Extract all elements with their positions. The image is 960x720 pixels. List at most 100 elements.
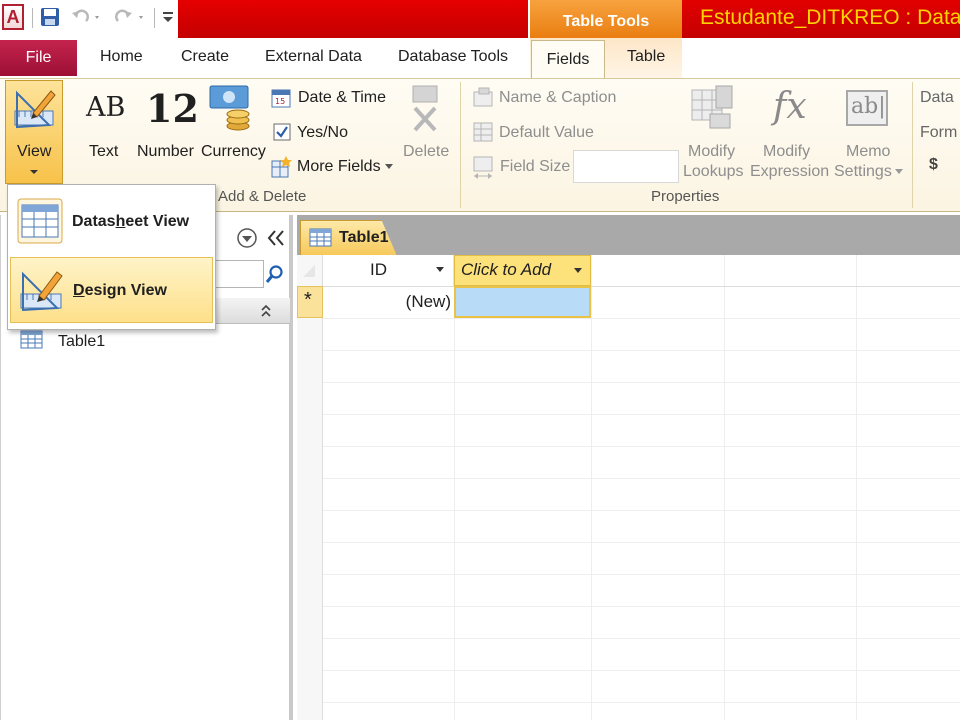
qat-separator <box>32 8 33 28</box>
id-cell-new[interactable]: (New) <box>323 286 454 318</box>
grid-line <box>323 510 960 511</box>
nav-search-box[interactable] <box>214 258 288 290</box>
tab-table[interactable]: Table <box>627 48 665 66</box>
access-key-letter: D <box>73 282 85 299</box>
number-field-button[interactable]: Number <box>137 143 194 161</box>
redo-icon[interactable] <box>110 6 150 28</box>
table-icon <box>20 330 43 349</box>
yes-no-button[interactable]: Yes/No <box>297 124 348 142</box>
nav-item-table1[interactable]: Table1 <box>18 328 198 354</box>
grid-line <box>323 702 960 703</box>
new-field-cell[interactable] <box>454 286 591 318</box>
grid-line <box>454 255 455 720</box>
nav-options-icon[interactable] <box>236 227 258 249</box>
group-label-add-delete: Add & Delete <box>218 188 307 205</box>
title-bar: A Table Tools Estudante_DITKREO : Datab <box>0 0 960 40</box>
modify-expression-label: Expression <box>750 163 830 180</box>
text-field-icon: AB <box>86 92 126 123</box>
search-icon[interactable] <box>264 264 284 284</box>
collapse-group-icon[interactable] <box>260 304 272 318</box>
collapse-pane-icon[interactable] <box>266 229 286 247</box>
currency-format-button[interactable]: $ <box>929 156 938 174</box>
grid-line <box>323 382 960 383</box>
record-selector-column <box>297 255 323 720</box>
save-icon[interactable] <box>38 6 62 28</box>
undo-icon[interactable] <box>68 6 106 28</box>
name-caption-button[interactable]: Name & Caption <box>499 89 616 107</box>
title-bar-band <box>178 0 528 38</box>
new-record-icon: * <box>304 289 312 311</box>
design-view-icon <box>14 90 56 129</box>
text-field-button[interactable]: Text <box>89 143 118 161</box>
grid-line <box>323 318 960 319</box>
tab-external-data[interactable]: External Data <box>265 48 362 66</box>
table-tools-header: Table Tools <box>530 0 682 40</box>
datasheet-grid: ID Click to Add * (New) <box>297 255 960 720</box>
chevron-down-icon[interactable] <box>436 267 444 273</box>
data-type-label[interactable]: Data <box>920 89 954 107</box>
document-tab-label: Table1 <box>339 229 389 246</box>
memo-settings-glyph: ab| <box>851 94 886 119</box>
column-header-label: ID <box>370 260 387 279</box>
document-tab-strip <box>297 215 960 255</box>
nav-group-header[interactable] <box>214 298 290 324</box>
memo-settings-button[interactable]: Memo <box>846 143 890 161</box>
window-title: Estudante_DITKREO : Datab <box>700 6 960 29</box>
document-tab-table1[interactable]: Table1 <box>300 220 397 256</box>
tab-fields[interactable]: Fields <box>531 40 605 80</box>
modify-lookups-label: Lookups <box>683 163 744 180</box>
group-label-properties: Properties <box>651 188 720 205</box>
number-field-icon: 12 <box>146 86 199 131</box>
tab-file[interactable]: File <box>0 40 77 76</box>
group-divider <box>460 82 461 208</box>
calendar-icon: 15 <box>271 89 291 108</box>
field-size-label: Field Size <box>500 158 571 175</box>
customize-qat-icon[interactable] <box>160 6 176 28</box>
nav-item-label: Table1 <box>58 333 106 350</box>
view-button-label: View <box>17 143 52 160</box>
cell-value: (New) <box>405 292 451 311</box>
modify-expression-button[interactable]: Modify <box>763 143 810 161</box>
modify-lookups-button[interactable]: Modify <box>688 143 735 161</box>
table-icon <box>309 228 332 247</box>
tab-database-tools[interactable]: Database Tools <box>398 48 508 66</box>
date-time-button[interactable]: Date & Time <box>298 89 386 107</box>
grid-line <box>323 350 960 351</box>
modify-lookups-icon <box>691 85 733 129</box>
currency-field-button[interactable]: Currency <box>201 143 266 161</box>
memo-settings-icon: ab| <box>846 90 888 126</box>
grid-line <box>323 574 960 575</box>
new-record-selector[interactable]: * <box>297 286 323 318</box>
chevron-down-icon[interactable] <box>574 268 582 274</box>
currency-icon <box>209 85 250 131</box>
grid-line <box>323 446 960 447</box>
group-divider <box>912 82 913 208</box>
more-fields-button[interactable]: More Fields <box>297 158 381 176</box>
grid-line <box>323 542 960 543</box>
chevron-down-icon <box>895 169 903 174</box>
datasheet-view-icon <box>17 198 63 244</box>
svg-text:15: 15 <box>275 97 285 106</box>
field-size-input[interactable] <box>573 150 679 183</box>
menu-item-datasheet-view[interactable]: Datasheet View <box>10 189 213 255</box>
grid-line <box>323 638 960 639</box>
default-value-icon <box>473 122 493 142</box>
format-label[interactable]: Form <box>920 124 957 142</box>
column-header-click-to-add[interactable]: Click to Add <box>454 255 591 286</box>
tab-home[interactable]: Home <box>100 48 143 66</box>
menu-item-design-view[interactable]: Design View <box>10 257 213 323</box>
default-value-button[interactable]: Default Value <box>499 124 594 142</box>
access-app-icon[interactable]: A <box>2 4 24 30</box>
nav-search-input[interactable] <box>214 260 264 288</box>
delete-field-button[interactable]: Delete <box>403 143 449 161</box>
column-header-id[interactable]: ID <box>323 255 454 286</box>
grid-line <box>724 255 725 720</box>
view-button[interactable]: View <box>5 80 63 184</box>
grid-line <box>323 478 960 479</box>
tab-create[interactable]: Create <box>181 48 229 66</box>
more-fields-icon <box>271 156 292 178</box>
select-all-icon[interactable] <box>301 263 317 279</box>
column-header-label: Click to Add <box>461 260 552 279</box>
checkbox-icon <box>273 123 291 141</box>
nav-pane-header <box>214 221 292 255</box>
